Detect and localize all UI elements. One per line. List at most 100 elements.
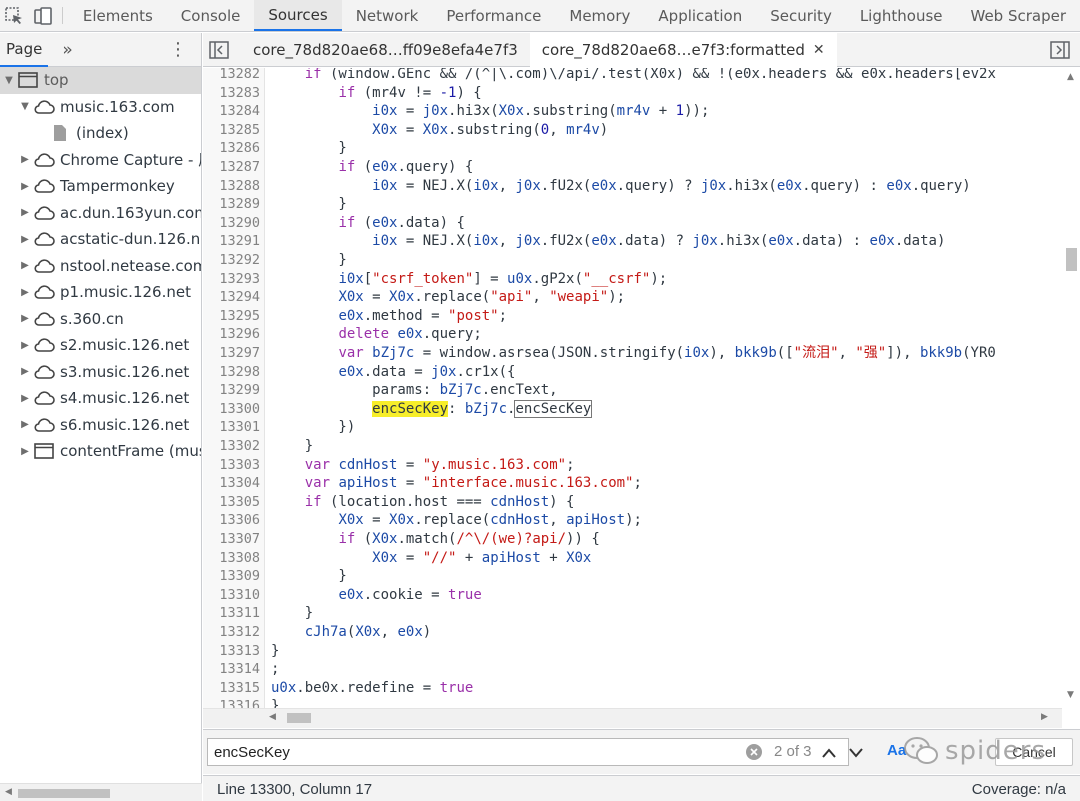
code-line[interactable]: 13313} xyxy=(203,642,1063,661)
code-text[interactable]: } xyxy=(271,604,313,623)
code-line[interactable]: 13283 if (mr4v != -1) { xyxy=(203,84,1063,103)
tab-lighthouse[interactable]: Lighthouse xyxy=(846,0,957,31)
editor-tab-raw[interactable]: core_78d820ae68…ff09e8efa4e7f3 xyxy=(241,33,530,67)
coverage-status[interactable]: Coverage: n/a xyxy=(972,781,1066,798)
line-number[interactable]: 13298 xyxy=(203,363,260,382)
editor-tab-formatted[interactable]: core_78d820ae68…e7f3:formatted ✕ xyxy=(529,32,837,67)
code-text[interactable]: if (window.GEnc && /(^|\.com)\/api/.test… xyxy=(271,68,996,84)
tab-performance[interactable]: Performance xyxy=(432,0,555,31)
code-line[interactable]: 13307 if (X0x.match(/^\/(we)?api/)) { xyxy=(203,530,1063,549)
next-match-button[interactable] xyxy=(844,742,868,764)
code-line[interactable]: 13294 X0x = X0x.replace("api", "weapi"); xyxy=(203,288,1063,307)
code-line[interactable]: 13282 if (window.GEnc && /(^|\.com)\/api… xyxy=(203,68,1063,84)
line-number[interactable]: 13284 xyxy=(203,102,260,121)
code-text[interactable]: } xyxy=(271,437,313,456)
code-text[interactable]: if (e0x.query) { xyxy=(271,158,473,177)
code-line[interactable]: 13290 if (e0x.data) { xyxy=(203,214,1063,233)
line-number[interactable]: 13299 xyxy=(203,381,260,400)
code-line[interactable]: 13310 e0x.cookie = true xyxy=(203,586,1063,605)
code-text[interactable]: i0x = NEJ.X(i0x, j0x.fU2x(e0x.query) ? j… xyxy=(271,177,971,196)
code-text[interactable]: } xyxy=(271,567,346,586)
code-line[interactable]: 13285 X0x = X0x.substring(0, mr4v) xyxy=(203,121,1063,140)
editor-vertical-scrollbar[interactable]: ▲ ▼ xyxy=(1062,68,1080,708)
line-number[interactable]: 13315 xyxy=(203,679,260,698)
code-line[interactable]: 13301 }) xyxy=(203,418,1063,437)
collapsed-arrow-icon[interactable]: ▶ xyxy=(18,154,32,165)
tree-item[interactable]: ▼ top xyxy=(0,67,201,94)
tree-item[interactable]: ▶ nstool.netease.com xyxy=(0,253,201,280)
line-number[interactable]: 13290 xyxy=(203,214,260,233)
line-number[interactable]: 13313 xyxy=(203,642,260,661)
tab-security[interactable]: Security xyxy=(756,0,846,31)
tab-console[interactable]: Console xyxy=(167,0,255,31)
scroll-left-icon[interactable]: ◀ xyxy=(5,787,12,797)
tree-item[interactable]: (index) xyxy=(0,120,201,147)
code-text[interactable]: var cdnHost = "y.music.163.com"; xyxy=(271,456,575,475)
line-number[interactable]: 13287 xyxy=(203,158,260,177)
code-text[interactable]: X0x = X0x.replace(cdnHost, apiHost); xyxy=(271,511,642,530)
collapsed-arrow-icon[interactable]: ▶ xyxy=(18,207,32,218)
collapsed-arrow-icon[interactable]: ▶ xyxy=(18,234,32,245)
more-tabs-icon[interactable]: » xyxy=(62,40,72,60)
line-number[interactable]: 13295 xyxy=(203,307,260,326)
search-input[interactable] xyxy=(214,741,734,763)
code-text[interactable]: var bZj7c = window.asrsea(JSON.stringify… xyxy=(271,344,995,363)
code-text[interactable]: e0x.method = "post"; xyxy=(271,307,507,326)
code-line[interactable]: 13298 e0x.data = j0x.cr1x({ xyxy=(203,363,1063,382)
code-line[interactable]: 13293 i0x["csrf_token"] = u0x.gP2x("__cs… xyxy=(203,270,1063,289)
code-text[interactable]: u0x.be0x.redefine = true xyxy=(271,679,473,698)
tree-item[interactable]: ▼ music.163.com xyxy=(0,94,201,121)
collapsed-arrow-icon[interactable]: ▶ xyxy=(18,340,32,351)
code-line[interactable]: 13311 } xyxy=(203,604,1063,623)
tree-item[interactable]: ▶ Tampermonkey xyxy=(0,173,201,200)
code-text[interactable]: if (e0x.data) { xyxy=(271,214,464,233)
kebab-menu-icon[interactable]: ⋮ xyxy=(169,39,187,60)
tree-item[interactable]: ▶ s.360.cn xyxy=(0,306,201,333)
scrollbar-thumb[interactable] xyxy=(287,713,311,723)
tree-item[interactable]: ▶ s2.music.126.net xyxy=(0,332,201,359)
code-text[interactable]: params: bZj7c.encText, xyxy=(271,381,557,400)
code-line[interactable]: 13287 if (e0x.query) { xyxy=(203,158,1063,177)
expanded-arrow-icon[interactable]: ▼ xyxy=(18,101,32,112)
code-text[interactable]: } xyxy=(271,195,346,214)
tab-application[interactable]: Application xyxy=(644,0,756,31)
code-text[interactable]: if (X0x.match(/^\/(we)?api/)) { xyxy=(271,530,599,549)
collapsed-arrow-icon[interactable]: ▶ xyxy=(18,287,32,298)
code-text[interactable]: i0x["csrf_token"] = u0x.gP2x("__csrf"); xyxy=(271,270,667,289)
line-number[interactable]: 13304 xyxy=(203,474,260,493)
line-number[interactable]: 13310 xyxy=(203,586,260,605)
line-number[interactable]: 13311 xyxy=(203,604,260,623)
code-line[interactable]: 13296 delete e0x.query; xyxy=(203,325,1063,344)
code-text[interactable]: if (location.host === cdnHost) { xyxy=(271,493,575,512)
tab-page[interactable]: Page xyxy=(0,33,49,67)
tree-item[interactable]: ▶ contentFrame (musi xyxy=(0,438,201,465)
code-line[interactable]: 13308 X0x = "//" + apiHost + X0x xyxy=(203,549,1063,568)
tree-item[interactable]: ▶ p1.music.126.net xyxy=(0,279,201,306)
line-number[interactable]: 13289 xyxy=(203,195,260,214)
line-number[interactable]: 13316 xyxy=(203,697,260,708)
code-text[interactable]: encSecKey: bZj7c.encSecKey xyxy=(271,399,593,419)
code-text[interactable]: i0x = j0x.hi3x(X0x.substring(mr4v + 1)); xyxy=(271,102,709,121)
code-text[interactable]: }) xyxy=(271,418,355,437)
scroll-up-icon[interactable]: ▲ xyxy=(1067,72,1074,82)
line-number[interactable]: 13291 xyxy=(203,232,260,251)
code-text[interactable]: } xyxy=(271,139,346,158)
tree-item[interactable]: ▶ s6.music.126.net xyxy=(0,412,201,439)
line-number[interactable]: 13286 xyxy=(203,139,260,158)
scroll-right-icon[interactable]: ▶ xyxy=(1041,712,1048,722)
device-toolbar-icon[interactable] xyxy=(29,0,58,31)
code-line[interactable]: 13297 var bZj7c = window.asrsea(JSON.str… xyxy=(203,344,1063,363)
line-number[interactable]: 13303 xyxy=(203,456,260,475)
collapsed-arrow-icon[interactable]: ▶ xyxy=(18,181,32,192)
code-line[interactable]: 13291 i0x = NEJ.X(i0x, j0x.fU2x(e0x.data… xyxy=(203,232,1063,251)
collapsed-arrow-icon[interactable]: ▶ xyxy=(18,313,32,324)
code-line[interactable]: 13305 if (location.host === cdnHost) { xyxy=(203,493,1063,512)
line-number[interactable]: 13283 xyxy=(203,84,260,103)
tree-item[interactable]: ▶ s3.music.126.net xyxy=(0,359,201,386)
code-text[interactable]: } xyxy=(271,642,279,661)
expanded-arrow-icon[interactable]: ▼ xyxy=(2,75,16,86)
clear-search-icon[interactable] xyxy=(745,743,763,765)
line-number[interactable]: 13305 xyxy=(203,493,260,512)
line-number[interactable]: 13301 xyxy=(203,418,260,437)
tab-web-scraper[interactable]: Web Scraper xyxy=(957,0,1080,31)
